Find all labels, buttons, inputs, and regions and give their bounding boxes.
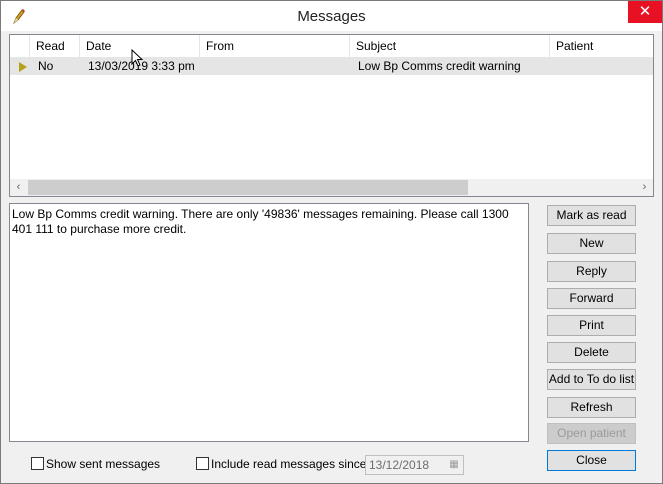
print-button[interactable]: Print [547, 315, 636, 336]
column-header-from[interactable]: From [200, 35, 350, 57]
delete-button[interactable]: Delete [547, 342, 636, 363]
table-row[interactable]: No 13/03/2019 3:33 pm Low Bp Comms credi… [10, 58, 653, 75]
include-read-messages-label[interactable]: Include read messages since [211, 457, 366, 471]
message-body[interactable]: Low Bp Comms credit warning. There are o… [9, 203, 529, 442]
messages-window: Messages ✕ Read Date From Subject Patien… [0, 0, 663, 484]
new-button[interactable]: New [547, 233, 636, 254]
cell-subject: Low Bp Comms credit warning [358, 59, 521, 73]
scroll-left-arrow-icon[interactable]: ‹ [10, 179, 27, 196]
message-list[interactable]: Read Date From Subject Patient No 13/03/… [9, 34, 654, 197]
refresh-button[interactable]: Refresh [547, 397, 636, 418]
add-to-do-list-button[interactable]: Add to To do list [547, 369, 636, 390]
since-date-picker[interactable]: 13/12/2018 ▦ [365, 455, 464, 475]
mouse-cursor-icon [131, 49, 144, 67]
since-date-value: 13/12/2018 [369, 458, 430, 472]
forward-button[interactable]: Forward [547, 288, 636, 309]
close-window-button[interactable]: ✕ [628, 1, 662, 23]
title-bar: Messages ✕ [1, 1, 662, 31]
reply-button[interactable]: Reply [547, 261, 636, 282]
scrollbar-thumb[interactable] [28, 180, 468, 195]
column-header-indicator[interactable] [10, 35, 30, 57]
column-header-read[interactable]: Read [30, 35, 80, 57]
cell-read: No [38, 59, 54, 73]
close-button[interactable]: Close [547, 450, 636, 471]
current-row-arrow-icon [19, 62, 27, 72]
show-sent-messages-checkbox[interactable] [31, 457, 44, 470]
open-patient-button[interactable]: Open patient [547, 423, 636, 444]
list-header: Read Date From Subject Patient [10, 35, 653, 58]
mark-as-read-button[interactable]: Mark as read [547, 205, 636, 226]
scroll-right-arrow-icon[interactable]: › [636, 179, 653, 196]
horizontal-scrollbar[interactable]: ‹ › [10, 179, 653, 196]
show-sent-messages-label[interactable]: Show sent messages [46, 457, 160, 471]
include-read-messages-checkbox[interactable] [196, 457, 209, 470]
column-header-subject[interactable]: Subject [350, 35, 550, 57]
calendar-dropdown-icon[interactable]: ▦ [447, 458, 461, 472]
window-title: Messages [297, 8, 366, 25]
column-header-patient[interactable]: Patient [550, 35, 653, 57]
